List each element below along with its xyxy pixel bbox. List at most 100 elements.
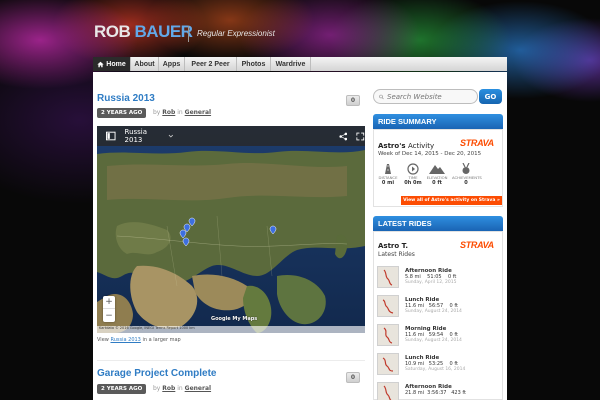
ride-elevation: 423 ft [451,390,466,396]
post-category-link[interactable]: General [185,385,211,392]
post-author-link[interactable]: Rob [162,385,175,392]
ride-list-item[interactable] [377,382,399,400]
comment-count[interactable]: 0 [346,95,360,106]
meta-by: by [153,109,161,116]
owner-suffix: Activity [407,142,435,150]
ride-map-thumbnail [377,382,399,400]
ride-summary-owner: Astro's Activity [378,142,434,150]
nav-item-about[interactable]: About [131,57,159,71]
stat-distance: DISTANCE 0 mi [378,163,398,186]
medal-icon [462,163,470,174]
view-all-strava-button[interactable]: View all of Astro's activity on Strava » [401,196,502,205]
post-author-link[interactable]: Rob [162,109,175,116]
ride-map-thumbnail [377,295,399,317]
ride-time: 3:56:37 [427,390,447,396]
logo-first-name: ROB [94,22,131,41]
map-title: Russia 2013 [124,128,148,144]
ride-list-item[interactable] [377,353,399,375]
nav-item-label: Apps [162,60,181,68]
nav-item-label: Wardrive [275,60,306,68]
stat-time: TIME 0h 0m [403,163,423,186]
ride-info: Lunch Ride 10.9 mi 53:25 0 ft Saturday, … [405,355,465,372]
post-title[interactable]: Garage Project Complete [97,368,216,379]
site-tagline: Regular Expressionist [197,29,275,38]
search-box [373,89,478,104]
ride-list-item[interactable] [377,266,399,288]
stat-value: 0 [464,180,468,186]
strava-logo[interactable]: STRAVA [460,138,494,148]
ride-date: Saturday, August 16, 2014 [405,367,466,372]
stat-elevation: ELEVATION 0 ft [425,163,449,186]
post-meta: by Rob in General [153,109,211,116]
ride-map-thumbnail [377,266,399,288]
map-toolbar: Russia 2013 [97,126,365,146]
ride-map-thumbnail [377,324,399,346]
ride-summary-heading: RIDE SUMMARY [373,114,503,129]
ride-date: Sunday, August 24, 2014 [405,309,462,314]
strava-logo[interactable]: STRAVA [460,240,494,250]
nav-item-label: Home [106,60,126,68]
nav-item-home[interactable]: Home [93,57,131,71]
comment-count[interactable]: 0 [346,372,360,383]
fullscreen-icon[interactable] [356,132,365,141]
nav-item-label: About [134,60,155,68]
home-icon [97,61,104,67]
nav-item-peer-2-peer[interactable]: Peer 2 Peer [185,57,237,71]
share-icon[interactable] [339,132,348,141]
stat-value: 0 ft [432,180,442,186]
larger-map-link[interactable]: Russia 2013 [110,337,140,343]
map-imagery [97,126,365,333]
ride-date: Sunday, August 24, 2014 [405,338,462,343]
caption-suffix: in a larger map [142,337,181,343]
latest-rides-owner: Astro T. [378,242,408,250]
ride-stats: 21.8 mi 3:56:37 423 ft [405,390,466,396]
ride-list-item[interactable] [377,324,399,346]
ride-info: Afternoon Ride 21.8 mi 3:56:37 423 ft [405,384,466,396]
meta-by: by [153,385,161,392]
clock-icon [407,163,419,175]
google-logo: Google My Maps [211,316,258,322]
post-category-link[interactable]: General [185,109,211,116]
zoom-out-button[interactable]: − [103,309,115,322]
map-attribution: Kartdata © 2016 Google, INEGI Terms Repo… [97,326,365,333]
ride-map-thumbnail [377,353,399,375]
post-title[interactable]: Russia 2013 [97,93,155,104]
search-icon [379,94,384,99]
latest-rides-subtitle: Latest Rides [378,251,415,258]
zoom-control: + − [103,296,115,322]
stat-achievements: ACHIEVEMENTS 0 [452,163,482,186]
post-divider [97,360,365,361]
zoom-in-button[interactable]: + [103,296,115,309]
meta-in: in [177,109,183,116]
post-age-badge: 2 YEARS AGO [97,384,147,394]
stat-value: 0h 0m [404,180,422,186]
nav-item-label: Peer 2 Peer [191,60,230,68]
post-meta: by Rob in General [153,385,211,392]
embedded-map[interactable]: + − Google My Maps Kartdata © 2016 Googl… [97,126,365,333]
chevron-down-icon[interactable] [168,133,174,139]
search-input[interactable] [387,92,477,101]
road-icon [385,164,391,174]
ride-distance: 21.8 mi [405,390,424,396]
ride-date: Sunday, April 12, 2015 [405,280,457,285]
owner-name: Astro's [378,142,406,150]
ride-info: Afternoon Ride 5.8 mi 51:05 0 ft Sunday,… [405,268,456,285]
search-go-button[interactable]: GO [479,89,502,104]
nav-item-photos[interactable]: Photos [237,57,271,71]
ride-info: Lunch Ride 11.6 mi 56:57 0 ft Sunday, Au… [405,297,462,314]
post-age-badge: 2 YEARS AGO [97,108,147,118]
logo-last-name: BAUER [134,22,193,41]
map-legend-icon[interactable] [106,131,116,141]
ride-summary-week: Week of Dec 14, 2015 - Dec 20, 2015 [378,151,482,157]
ride-list-item[interactable] [377,295,399,317]
main-nav: Home About Apps Peer 2 Peer Photos Wardr… [93,57,507,71]
site-logo[interactable]: ROB BAUER [94,22,193,42]
logo-divider [188,26,189,42]
caption-prefix: View [97,337,109,343]
map-caption: View Russia 2013 in a larger map [97,337,181,343]
nav-item-wardrive[interactable]: Wardrive [271,57,311,71]
stat-value: 0 mi [381,180,395,186]
ride-info: Morning Ride 11.6 mi 59:54 0 ft Sunday, … [405,326,462,343]
mountain-icon [429,165,445,174]
nav-item-apps[interactable]: Apps [159,57,185,71]
